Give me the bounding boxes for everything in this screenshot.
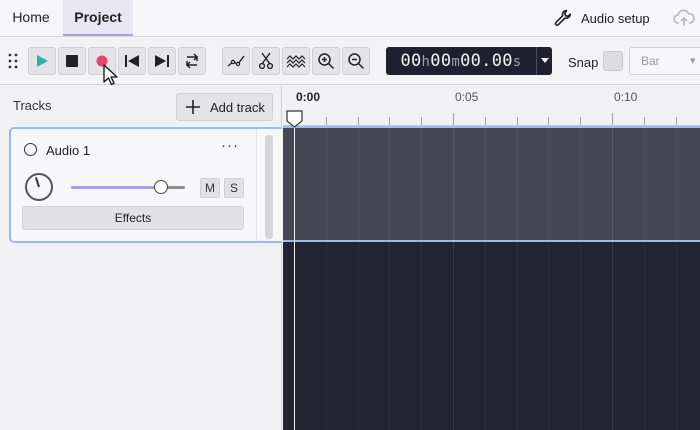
ruler-tick bbox=[644, 117, 645, 125]
ruler-label-2: 0:10 bbox=[614, 90, 638, 104]
menu-bar: Home Project Audio setup bbox=[0, 0, 700, 37]
track-lane-audio-1[interactable] bbox=[283, 126, 700, 242]
add-track-button[interactable]: Add track bbox=[176, 93, 273, 121]
ruler-tick bbox=[676, 117, 677, 125]
grid-line bbox=[326, 126, 327, 430]
stop-button[interactable] bbox=[58, 47, 86, 75]
zoom-out-icon bbox=[348, 53, 365, 70]
envelope-wave-icon bbox=[286, 55, 306, 68]
ruler-tick bbox=[580, 117, 581, 125]
cut-button[interactable] bbox=[252, 47, 280, 75]
track-scrollbar[interactable] bbox=[265, 135, 273, 239]
zoom-in-icon bbox=[318, 53, 335, 70]
skip-to-end-icon bbox=[155, 55, 169, 67]
ruler-tick bbox=[421, 117, 422, 125]
zoom-out-button[interactable] bbox=[342, 47, 370, 75]
time-seconds-unit: s bbox=[512, 54, 522, 70]
snap-checkbox[interactable] bbox=[603, 51, 623, 71]
plus-icon bbox=[186, 100, 200, 114]
snap-select-value: Bar bbox=[641, 54, 660, 68]
track-more-menu-button[interactable]: ··· bbox=[221, 137, 239, 154]
ruler-label-0: 0:00 bbox=[296, 90, 321, 104]
caret-down-icon bbox=[540, 58, 549, 63]
wrench-icon bbox=[554, 9, 571, 26]
volume-slider-thumb[interactable] bbox=[154, 180, 168, 194]
automation-icon bbox=[227, 55, 245, 67]
automation-button[interactable] bbox=[222, 47, 250, 75]
time-hours: 00 bbox=[400, 51, 422, 71]
loop-icon bbox=[185, 53, 199, 69]
ruler-tick bbox=[389, 117, 390, 125]
ruler-tick bbox=[326, 117, 327, 125]
ruler-tick bbox=[517, 117, 518, 125]
tracks-heading: Tracks bbox=[13, 98, 52, 113]
tab-project[interactable]: Project bbox=[63, 0, 133, 36]
ruler-tick bbox=[485, 117, 486, 125]
ruler-tick bbox=[358, 117, 359, 125]
play-button[interactable] bbox=[28, 47, 56, 75]
cloud-upload-icon[interactable] bbox=[673, 8, 695, 28]
pan-knob[interactable] bbox=[25, 173, 53, 201]
audio-setup-button[interactable]: Audio setup bbox=[553, 6, 650, 30]
time-hours-unit: h bbox=[421, 54, 431, 70]
skip-to-start-button[interactable] bbox=[118, 47, 146, 75]
grid-line bbox=[644, 126, 645, 430]
track-divider bbox=[256, 129, 257, 241]
grid-line bbox=[517, 126, 518, 430]
time-seconds: 00.00 bbox=[460, 51, 513, 71]
grid-line bbox=[453, 126, 454, 430]
track-name[interactable]: Audio 1 bbox=[46, 143, 90, 158]
track-select-radio[interactable] bbox=[24, 143, 37, 156]
volume-slider-fill bbox=[71, 186, 161, 189]
playhead-line bbox=[294, 108, 295, 430]
solo-button[interactable]: S bbox=[224, 178, 244, 198]
add-track-label: Add track bbox=[210, 99, 265, 115]
grid-line bbox=[676, 126, 677, 430]
grid-line bbox=[389, 126, 390, 430]
daw-app: Home Project Audio setup 00h00m00.00s Sn… bbox=[0, 0, 700, 430]
playhead-handle[interactable] bbox=[286, 110, 303, 128]
mute-button[interactable]: M bbox=[200, 178, 220, 198]
ruler-tick bbox=[453, 113, 454, 125]
time-ruler[interactable]: 0:00 0:05 0:10 bbox=[283, 86, 700, 126]
snap-label: Snap bbox=[568, 55, 599, 70]
loop-button[interactable] bbox=[178, 47, 206, 75]
time-format-dropdown[interactable] bbox=[536, 47, 552, 75]
envelope-button[interactable] bbox=[282, 47, 310, 75]
stop-icon bbox=[66, 55, 78, 67]
grid-line bbox=[548, 126, 549, 430]
time-minutes: 00 bbox=[430, 51, 452, 71]
tracks-panel: Tracks Add track Audio 1 ··· M S Effects bbox=[0, 86, 282, 430]
volume-slider[interactable] bbox=[71, 180, 185, 194]
tab-home[interactable]: Home bbox=[0, 0, 62, 36]
audio-setup-label: Audio setup bbox=[581, 10, 650, 26]
time-minutes-unit: m bbox=[451, 54, 461, 70]
grid-line bbox=[421, 126, 422, 430]
grid-line bbox=[612, 126, 613, 430]
skip-to-start-icon bbox=[125, 55, 139, 67]
play-icon bbox=[37, 55, 48, 67]
mouse-cursor-icon bbox=[103, 64, 118, 86]
effects-button[interactable]: Effects bbox=[22, 206, 244, 230]
zoom-in-button[interactable] bbox=[312, 47, 340, 75]
time-display[interactable]: 00h00m00.00s bbox=[386, 47, 536, 75]
grid-line bbox=[580, 126, 581, 430]
grid-line bbox=[358, 126, 359, 430]
chevron-down-icon: ▾ bbox=[690, 55, 696, 67]
track-audio-1[interactable]: Audio 1 ··· M S Effects bbox=[9, 127, 282, 243]
ruler-tick bbox=[548, 117, 549, 125]
timeline[interactable]: 0:00 0:05 0:10 bbox=[283, 86, 700, 430]
scissors-icon bbox=[258, 52, 274, 70]
skip-to-end-button[interactable] bbox=[148, 47, 176, 75]
grid-line bbox=[485, 126, 486, 430]
drag-handle-icon[interactable] bbox=[7, 53, 19, 69]
ruler-label-1: 0:05 bbox=[455, 90, 479, 104]
ruler-tick bbox=[612, 113, 613, 125]
snap-select[interactable]: Bar ▾ bbox=[629, 47, 700, 75]
